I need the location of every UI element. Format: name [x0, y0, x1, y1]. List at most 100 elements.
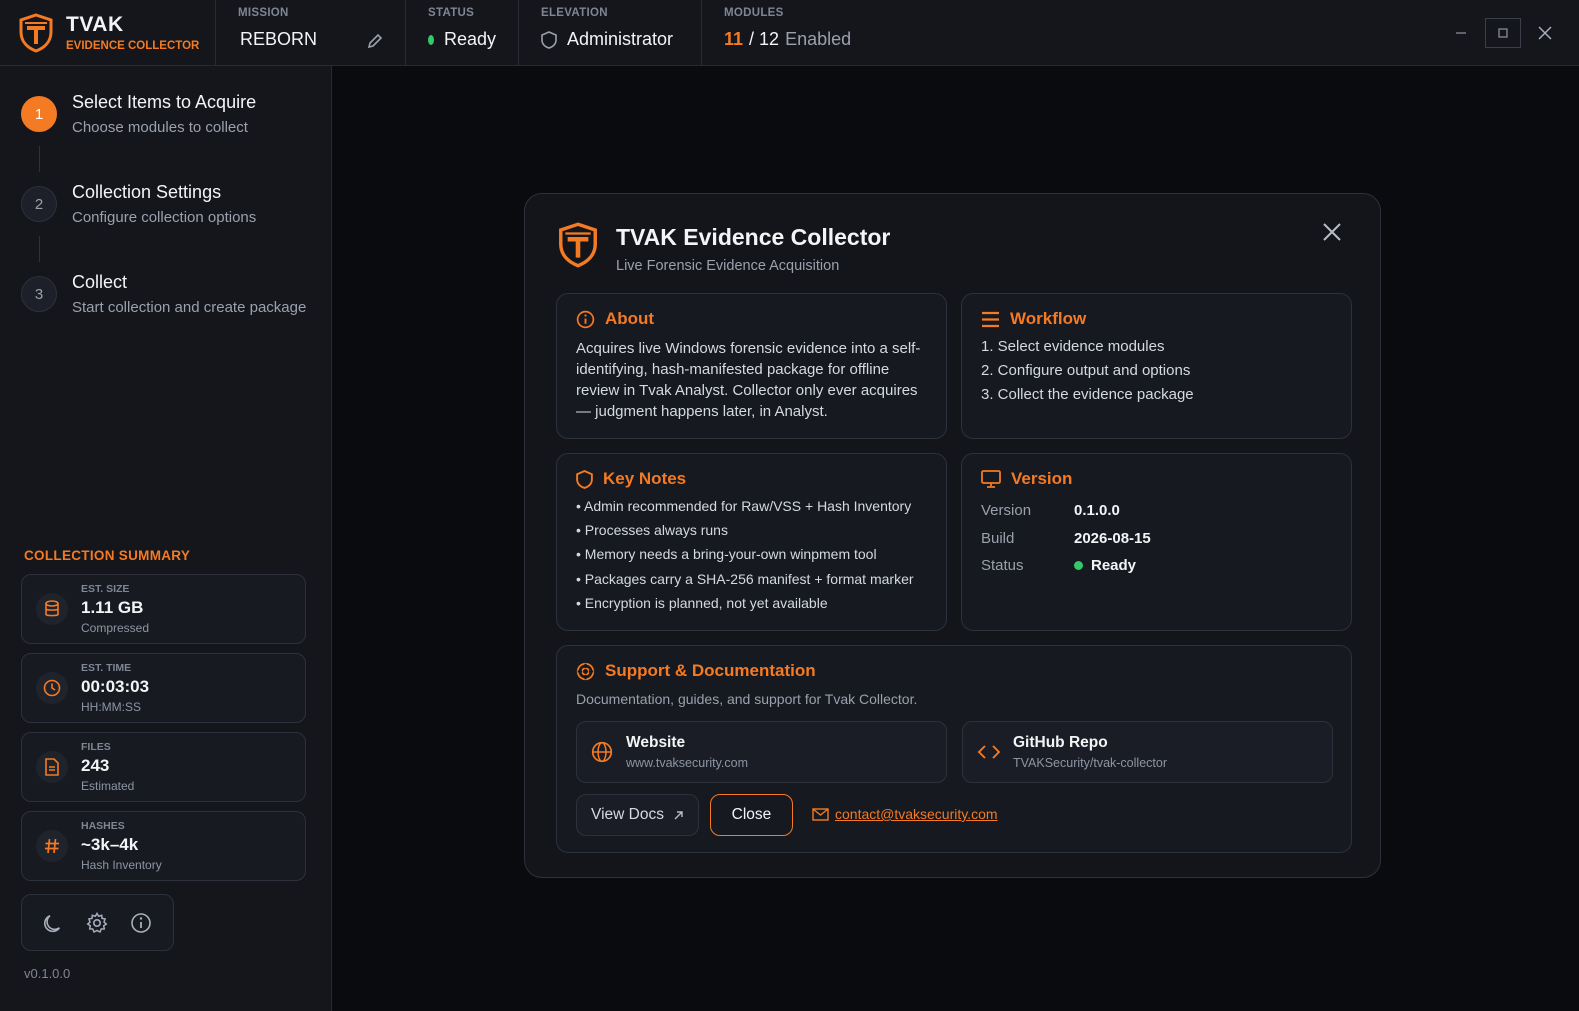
collection-summary-title: COLLECTION SUMMARY [24, 548, 191, 563]
sidebar-tools [21, 894, 174, 951]
sidebar-version: v0.1.0.0 [24, 966, 71, 981]
external-link-icon [674, 810, 683, 819]
globe-icon [591, 741, 613, 763]
hash-icon [36, 830, 68, 862]
card-subtitle: HH:MM:SS [81, 700, 141, 714]
note-item: • Processes always runs [576, 522, 728, 539]
card-label: HASHES [81, 820, 125, 832]
dialog-header: TVAK Evidence Collector Live Forensic Ev… [557, 222, 890, 274]
github-title: GitHub Repo [1013, 734, 1108, 751]
card-label: EST. SIZE [81, 583, 130, 595]
card-subtitle: Estimated [81, 779, 135, 793]
sidebar: 1 Select Items to Acquire Choose modules… [0, 66, 332, 1011]
build-row: Build 2026-08-15 [981, 525, 1332, 553]
version-row: Version 0.1.0.0 [981, 497, 1332, 525]
github-repo: TVAKSecurity/tvak-collector [1013, 756, 1167, 770]
mail-icon [812, 807, 829, 821]
status-value: Ready [443, 29, 496, 49]
top-bar: TVAK EVIDENCE COLLECTOR MISSION REBORN S… [0, 0, 1579, 66]
step-number: 2 [21, 186, 57, 222]
step-title: Collect [72, 272, 128, 292]
step-subtitle: Configure collection options [72, 209, 257, 226]
status-label: STATUS [428, 7, 475, 19]
monitor-icon [981, 470, 1001, 488]
edit-pencil-icon[interactable] [366, 32, 384, 50]
website-link-card[interactable]: Website www.tvaksecurity.com [576, 721, 947, 783]
status-ready-dot-icon [428, 34, 434, 45]
modules-suffix: Enabled [785, 29, 852, 49]
status-section: STATUS Ready [406, 0, 519, 65]
key-notes-heading: Key Notes [603, 469, 687, 488]
gear-icon[interactable] [86, 911, 109, 934]
close-icon[interactable] [1322, 222, 1342, 242]
close-button[interactable]: Close [710, 794, 793, 836]
workflow-heading: Workflow [1010, 309, 1087, 328]
app-name: TVAK [66, 13, 124, 36]
clock-icon [36, 672, 68, 704]
card-subtitle: Hash Inventory [81, 858, 162, 872]
code-icon [977, 745, 1001, 759]
workflow-item: 1. Select evidence modules [981, 338, 1165, 355]
about-text-line: — judgment happens later, in Analyst. [576, 403, 828, 420]
mission-value: REBORN [240, 29, 318, 49]
card-value: 00:03:03 [81, 677, 150, 696]
maximize-icon[interactable] [1485, 18, 1521, 48]
step-subtitle: Choose modules to collect [72, 119, 248, 136]
status-value: Ready [1091, 557, 1137, 574]
card-value: 243 [81, 756, 110, 775]
step-connector [39, 146, 40, 172]
key-notes-panel: Key Notes • Admin recommended for Raw/VS… [556, 453, 947, 631]
build-value: 2026-08-15 [1074, 529, 1151, 547]
view-docs-button[interactable]: View Docs [576, 794, 699, 836]
mission-section: MISSION REBORN [216, 0, 406, 65]
contact-email-link[interactable]: contact@tvaksecurity.com [812, 806, 998, 822]
elevation-value: Administrator [567, 29, 674, 49]
about-text-line: review in Tvak Analyst. Collector only e… [576, 382, 918, 399]
minimize-icon[interactable] [1443, 18, 1479, 48]
about-text-line: Acquires live Windows forensic evidence … [576, 340, 921, 357]
dialog-title: TVAK Evidence Collector [616, 224, 891, 250]
support-panel: Support & Documentation Documentation, g… [556, 645, 1352, 853]
card-label: EST. TIME [81, 662, 132, 674]
elevation-label: ELEVATION [541, 7, 608, 19]
step-collection-settings[interactable]: 2 Collection Settings Configure collecti… [21, 182, 321, 226]
summary-card-hashes: HASHES ~3k–4k Hash Inventory [21, 811, 306, 881]
contact-email: contact@tvaksecurity.com [835, 806, 998, 822]
modules-enabled-count: 11 [724, 29, 744, 49]
build-key: Build [981, 529, 1015, 547]
tvak-logo-icon [559, 222, 597, 268]
github-link-card[interactable]: GitHub Repo TVAKSecurity/tvak-collector [962, 721, 1333, 783]
support-heading: Support & Documentation [605, 661, 816, 680]
step-select-items[interactable]: 1 Select Items to Acquire Choose modules… [21, 92, 321, 136]
moon-icon[interactable] [43, 912, 65, 934]
modules-total: / 12 [749, 29, 780, 49]
view-docs-label: View Docs [591, 806, 664, 823]
database-icon [36, 593, 68, 625]
support-description: Documentation, guides, and support for T… [576, 691, 918, 707]
step-title: Collection Settings [72, 182, 222, 202]
step-collect[interactable]: 3 Collect Start collection and create pa… [21, 272, 321, 316]
close-window-icon[interactable] [1527, 18, 1563, 48]
workflow-item: 3. Collect the evidence package [981, 386, 1194, 403]
app-subtitle: EVIDENCE COLLECTOR [66, 40, 200, 52]
about-text-line: identifying, hash-manifested package for… [576, 361, 890, 378]
workflow-item: 2. Configure output and options [981, 362, 1191, 379]
status-row: Status Ready [981, 552, 1332, 580]
shield-icon [541, 30, 557, 49]
info-icon [576, 310, 595, 328]
about-dialog: TVAK Evidence Collector Live Forensic Ev… [524, 193, 1381, 878]
version-value: 0.1.0.0 [1074, 502, 1120, 519]
card-value: ~3k–4k [81, 835, 139, 854]
about-heading: About [605, 309, 655, 328]
summary-card-size: EST. SIZE 1.11 GB Compressed [21, 574, 306, 644]
summary-card-files: FILES 243 Estimated [21, 732, 306, 802]
note-item: • Admin recommended for Raw/VSS + Hash I… [576, 498, 912, 514]
tvak-logo-icon [19, 12, 53, 53]
brand: TVAK EVIDENCE COLLECTOR [0, 0, 216, 65]
about-panel: About Acquires live Windows forensic evi… [556, 293, 947, 439]
modules-label: MODULES [724, 7, 784, 19]
card-subtitle: Compressed [81, 621, 150, 635]
note-item: • Encryption is planned, not yet availab… [576, 594, 828, 611]
window-controls [1443, 0, 1579, 66]
info-icon[interactable] [130, 912, 152, 934]
